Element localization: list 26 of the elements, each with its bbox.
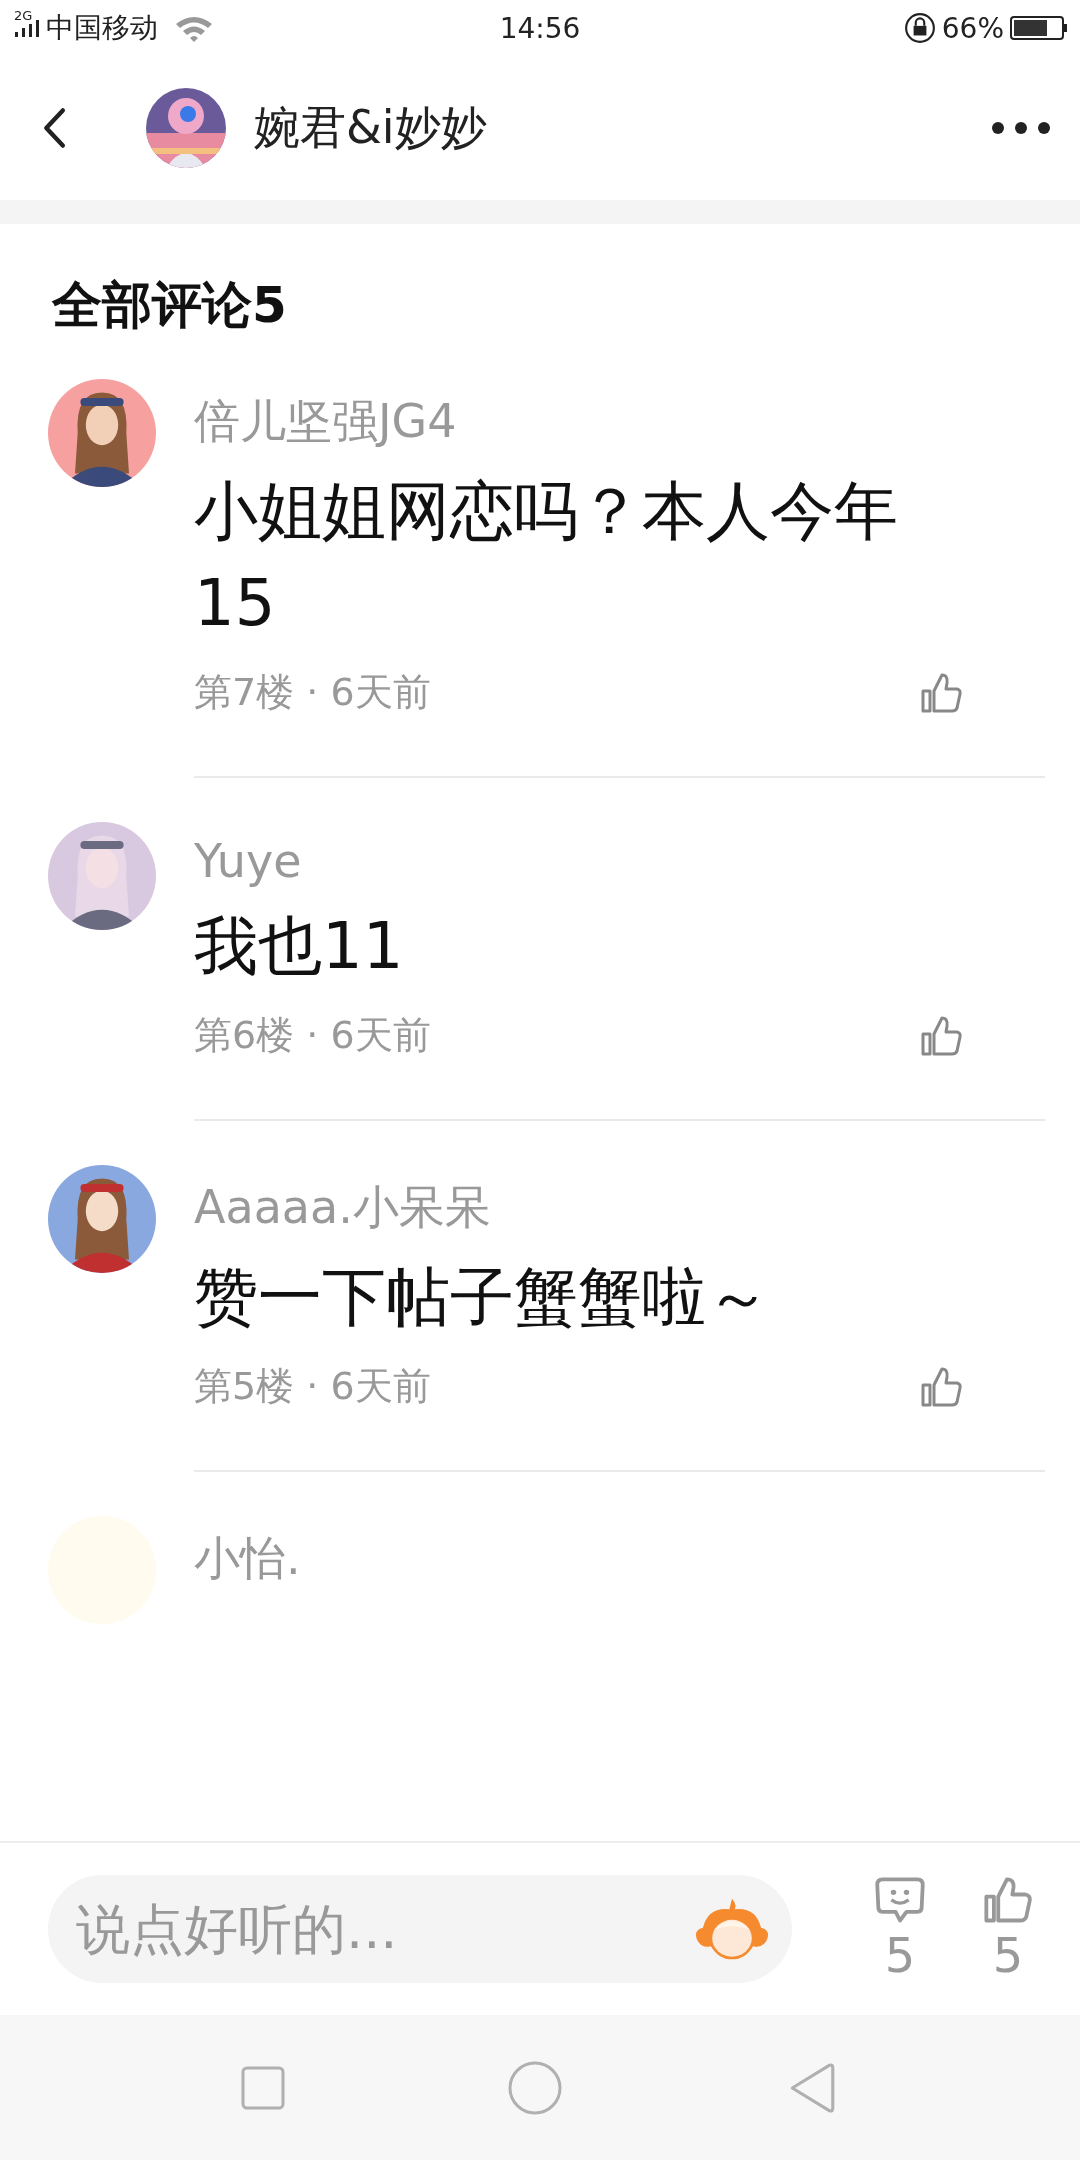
comment-meta: 第7楼 · 6天前 <box>194 669 431 716</box>
comment-text: 我也11 <box>194 908 405 985</box>
comment-field[interactable]: 说点好听的... <box>48 1875 792 1983</box>
carrier-name: 中国移动 <box>46 10 158 46</box>
comment-author: 小怡. <box>194 1530 302 1587</box>
comment-input[interactable]: 说点好听的... <box>74 1896 692 1962</box>
comment-author: Aaaaa.小呆呆 <box>194 1179 492 1236</box>
comment-meta: 第5楼 · 6天前 <box>194 1363 431 1410</box>
comment-count: 5 <box>884 1927 916 1983</box>
network-type: 2G <box>14 7 34 23</box>
clock-time: 14:56 <box>499 11 581 45</box>
rotation-lock-icon <box>903 12 936 44</box>
comment-author: Yuye <box>194 834 303 888</box>
comment-author: 倍儿坚强JG4 <box>194 393 458 450</box>
comment-text: 小姐姐网恋吗？本人今年15 <box>194 473 899 642</box>
battery-percent: 66% <box>941 11 1004 45</box>
comment-text: 赞一下帖子蟹蟹啦～ <box>194 1259 771 1336</box>
recent-apps-icon[interactable] <box>241 2065 286 2110</box>
wifi-icon <box>174 14 214 42</box>
more-icon[interactable] <box>990 121 1052 135</box>
comments-title: 全部评论5 <box>52 275 288 336</box>
home-icon[interactable] <box>508 2060 562 2115</box>
battery-icon <box>1010 16 1068 40</box>
page-title: 婉君&i妙妙 <box>254 99 488 156</box>
like-count: 5 <box>992 1927 1024 1983</box>
comment-meta: 第6楼 · 6天前 <box>194 1012 431 1059</box>
